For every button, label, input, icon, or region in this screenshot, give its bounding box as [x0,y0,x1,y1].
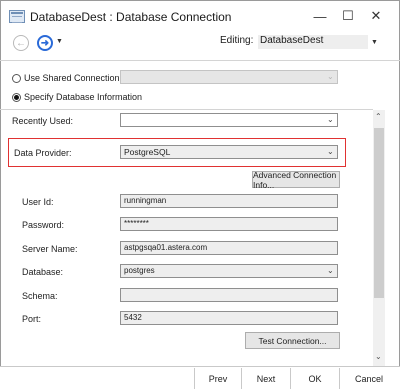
database-connection-icon [9,10,25,23]
use-shared-connection-label: Use Shared Connection [24,73,120,83]
server-name-label: Server Name: [22,244,78,254]
window-title: DatabaseDest : Database Connection [30,10,232,24]
chevron-down-icon[interactable]: ⌄ [327,115,334,124]
back-button[interactable]: ← [13,35,29,51]
editing-label: Editing: [220,35,254,46]
prev-button[interactable]: Prev [195,371,241,387]
arrow-right-icon: ➜ [40,37,50,49]
close-button[interactable]: ✕ [362,5,390,27]
server-name-input[interactable]: astpgsqa01.astera.com [120,241,338,255]
next-button[interactable]: Next [242,371,290,387]
schema-label: Schema: [22,291,58,301]
test-connection-button[interactable]: Test Connection... [245,332,340,349]
section-divider [0,109,373,110]
schema-input[interactable] [120,288,338,302]
maximize-button[interactable]: ☐ [334,5,362,27]
port-input[interactable]: 5432 [120,311,338,325]
chevron-down-icon[interactable]: ⌄ [327,266,334,275]
scrollbar-thumb[interactable] [374,128,384,298]
shared-connection-select [120,70,338,84]
use-shared-connection-radio[interactable] [12,74,21,83]
data-provider-select[interactable]: PostgreSQL [120,145,338,159]
user-id-label: User Id: [22,197,54,207]
editing-dropdown-icon[interactable]: ▼ [371,39,378,46]
minimize-button[interactable]: — [306,5,334,27]
chevron-down-icon: ⌄ [327,72,334,81]
toolbar-divider [0,60,400,61]
cancel-button[interactable]: Cancel [340,371,398,387]
chevron-down-icon[interactable]: ⌄ [327,147,334,156]
database-select[interactable]: postgres [120,264,338,278]
specify-database-radio[interactable] [12,93,21,102]
editing-selector[interactable]: DatabaseDest [258,35,368,49]
recently-used-select[interactable] [120,113,338,127]
forward-dropdown-icon[interactable]: ▼ [56,38,63,45]
password-input[interactable]: ******** [120,217,338,231]
arrow-left-icon: ← [16,37,26,49]
database-label: Database: [22,267,64,277]
recently-used-label: Recently Used: [12,116,74,126]
forward-button[interactable]: ➜ [37,35,53,51]
scroll-up-icon[interactable]: ⌃ [375,112,382,121]
user-id-input[interactable]: runningman [120,194,338,208]
ok-button[interactable]: OK [291,371,339,387]
data-provider-label: Data Provider: [14,148,72,158]
scroll-down-icon[interactable]: ⌄ [375,352,382,361]
password-label: Password: [22,220,65,230]
port-label: Port: [22,314,42,324]
advanced-connection-button[interactable]: Advanced Connection Info... [252,170,340,190]
specify-database-label: Specify Database Information [24,92,143,102]
